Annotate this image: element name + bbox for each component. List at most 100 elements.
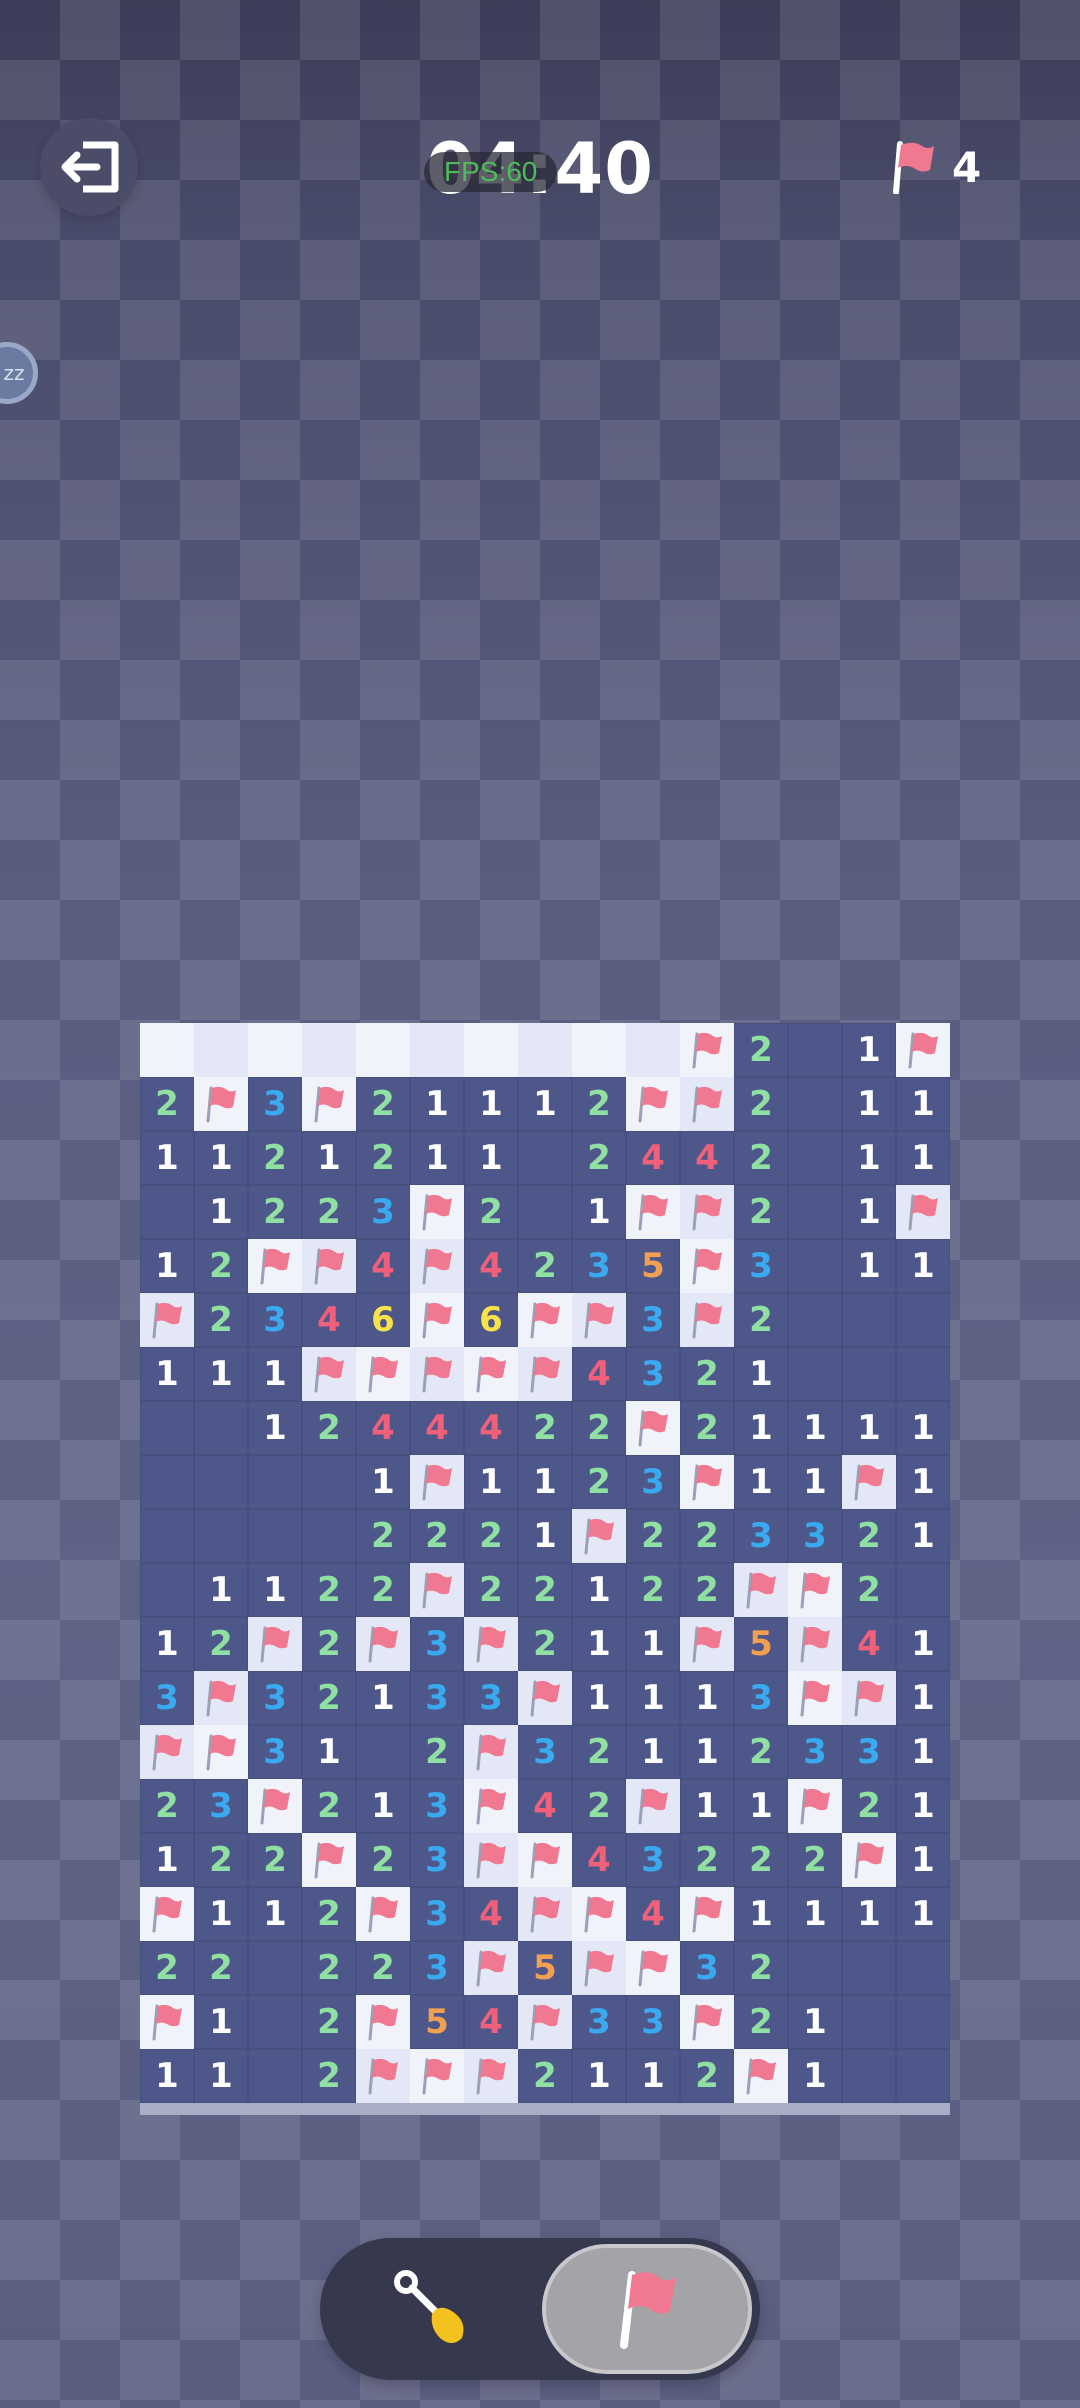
board-cell[interactable]: 2 — [518, 1239, 572, 1293]
board-cell[interactable]: 3 — [248, 1293, 302, 1347]
board-cell[interactable]: 1 — [896, 1725, 950, 1779]
unrevealed-cell[interactable] — [194, 1023, 248, 1077]
board-cell[interactable]: 2 — [464, 1563, 518, 1617]
board-cell[interactable]: 1 — [896, 1131, 950, 1185]
board-cell[interactable]: 1 — [626, 1725, 680, 1779]
board-cell[interactable] — [896, 1293, 950, 1347]
board-cell[interactable]: 1 — [194, 2049, 248, 2103]
flagged-cell[interactable] — [410, 1347, 464, 1401]
board-cell[interactable]: 2 — [572, 1077, 626, 1131]
board-cell[interactable]: 3 — [572, 1995, 626, 2049]
board-cell[interactable]: 2 — [356, 1563, 410, 1617]
board-cell[interactable]: 3 — [410, 1887, 464, 1941]
board-cell[interactable]: 4 — [626, 1131, 680, 1185]
board-cell[interactable]: 4 — [464, 1239, 518, 1293]
flagged-cell[interactable] — [734, 2049, 788, 2103]
board-cell[interactable]: 4 — [680, 1131, 734, 1185]
board-cell[interactable]: 3 — [626, 1293, 680, 1347]
flagged-cell[interactable] — [410, 1293, 464, 1347]
board-cell[interactable]: 1 — [788, 2049, 842, 2103]
board-cell[interactable]: 2 — [734, 1941, 788, 1995]
board-cell[interactable]: 3 — [518, 1725, 572, 1779]
board-cell[interactable]: 1 — [464, 1455, 518, 1509]
unrevealed-cell[interactable] — [518, 1023, 572, 1077]
board-cell[interactable]: 2 — [356, 1833, 410, 1887]
board-cell[interactable]: 1 — [572, 1563, 626, 1617]
board-cell[interactable]: 1 — [572, 1185, 626, 1239]
board-cell[interactable]: 2 — [734, 1833, 788, 1887]
board-cell[interactable]: 2 — [356, 1941, 410, 1995]
board-cell[interactable]: 2 — [626, 1509, 680, 1563]
flagged-cell[interactable] — [842, 1671, 896, 1725]
board-cell[interactable] — [788, 1347, 842, 1401]
flagged-cell[interactable] — [248, 1779, 302, 1833]
board-cell[interactable]: 2 — [302, 1563, 356, 1617]
board-cell[interactable]: 2 — [518, 2049, 572, 2103]
flagged-cell[interactable] — [464, 1833, 518, 1887]
board-cell[interactable]: 1 — [788, 1995, 842, 2049]
flagged-cell[interactable] — [788, 1779, 842, 1833]
board-cell[interactable]: 1 — [410, 1131, 464, 1185]
board-cell[interactable]: 5 — [518, 1941, 572, 1995]
board-cell[interactable]: 4 — [464, 1401, 518, 1455]
board-cell[interactable]: 3 — [410, 1617, 464, 1671]
board-cell[interactable]: 1 — [194, 1185, 248, 1239]
flagged-cell[interactable] — [410, 2049, 464, 2103]
board-cell[interactable] — [248, 1509, 302, 1563]
board-cell[interactable]: 2 — [302, 1401, 356, 1455]
board-cell[interactable]: 2 — [842, 1563, 896, 1617]
board-cell[interactable]: 6 — [464, 1293, 518, 1347]
board-cell[interactable]: 2 — [626, 1563, 680, 1617]
board-cell[interactable]: 2 — [464, 1509, 518, 1563]
board-cell[interactable]: 1 — [248, 1401, 302, 1455]
board-cell[interactable] — [896, 1347, 950, 1401]
board-cell[interactable]: 1 — [248, 1563, 302, 1617]
board-cell[interactable]: 2 — [140, 1077, 194, 1131]
flagged-cell[interactable] — [356, 1995, 410, 2049]
flagged-cell[interactable] — [788, 1671, 842, 1725]
board-cell[interactable] — [194, 1455, 248, 1509]
board-cell[interactable]: 4 — [464, 1887, 518, 1941]
board-cell[interactable] — [518, 1185, 572, 1239]
board-cell[interactable]: 1 — [302, 1131, 356, 1185]
board-cell[interactable] — [788, 1185, 842, 1239]
board-cell[interactable]: 1 — [194, 1347, 248, 1401]
flagged-cell[interactable] — [410, 1239, 464, 1293]
board-cell[interactable]: 2 — [518, 1617, 572, 1671]
board-cell[interactable]: 3 — [626, 1833, 680, 1887]
board-cell[interactable]: 1 — [896, 1833, 950, 1887]
board-cell[interactable]: 1 — [842, 1887, 896, 1941]
flagged-cell[interactable] — [680, 1023, 734, 1077]
board-cell[interactable] — [788, 1941, 842, 1995]
board-cell[interactable]: 1 — [626, 1671, 680, 1725]
board-cell[interactable]: 3 — [734, 1671, 788, 1725]
board-cell[interactable]: 5 — [626, 1239, 680, 1293]
board-cell[interactable]: 1 — [896, 1077, 950, 1131]
board-cell[interactable]: 1 — [842, 1239, 896, 1293]
flagged-cell[interactable] — [680, 1239, 734, 1293]
board-cell[interactable]: 1 — [572, 1617, 626, 1671]
board-cell[interactable] — [788, 1023, 842, 1077]
board-cell[interactable]: 2 — [356, 1131, 410, 1185]
board-cell[interactable]: 2 — [680, 1401, 734, 1455]
flagged-cell[interactable] — [680, 1995, 734, 2049]
flagged-cell[interactable] — [734, 1563, 788, 1617]
board-cell[interactable]: 5 — [410, 1995, 464, 2049]
board-cell[interactable] — [302, 1509, 356, 1563]
flagged-cell[interactable] — [518, 1995, 572, 2049]
board-cell[interactable]: 2 — [194, 1239, 248, 1293]
board-cell[interactable] — [896, 1995, 950, 2049]
flagged-cell[interactable] — [572, 1941, 626, 1995]
board-cell[interactable] — [842, 2049, 896, 2103]
board-cell[interactable]: 1 — [896, 1887, 950, 1941]
board-cell[interactable]: 4 — [356, 1239, 410, 1293]
board-cell[interactable]: 1 — [572, 2049, 626, 2103]
board-cell[interactable] — [356, 1725, 410, 1779]
board-cell[interactable]: 1 — [140, 1347, 194, 1401]
board-cell[interactable]: 1 — [896, 1509, 950, 1563]
board-cell[interactable]: 2 — [302, 1671, 356, 1725]
flagged-cell[interactable] — [410, 1185, 464, 1239]
flagged-cell[interactable] — [302, 1239, 356, 1293]
board-cell[interactable]: 1 — [248, 1887, 302, 1941]
board-cell[interactable]: 4 — [410, 1401, 464, 1455]
